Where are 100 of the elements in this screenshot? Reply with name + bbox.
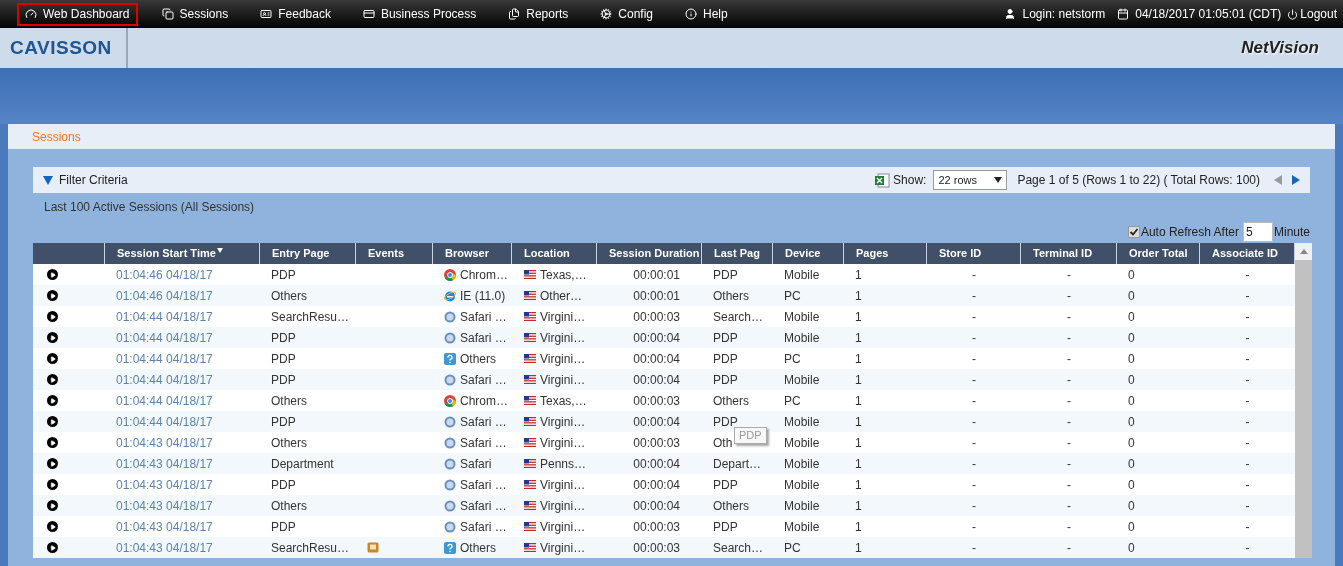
table-cell-text: - xyxy=(1244,371,1251,389)
play-icon[interactable] xyxy=(47,395,58,406)
table-cell-text: PDP xyxy=(713,476,738,494)
ie-icon xyxy=(444,289,456,302)
table-cell-text: - xyxy=(971,539,977,557)
table-cell-text: PDP xyxy=(270,518,297,536)
table-cell-text: - xyxy=(971,392,977,410)
table-cell: Safari … xyxy=(433,369,512,390)
table-cell-text: - xyxy=(1066,329,1072,347)
table-cell-text: Mobile xyxy=(783,413,821,431)
table-cell-text: - xyxy=(1244,350,1251,368)
table-cell-text: 01:04:44 04/18/17 xyxy=(115,350,214,368)
scroll-up-icon[interactable] xyxy=(1299,249,1308,254)
table-cell-text: - xyxy=(1244,413,1251,431)
table-row[interactable]: 01:04:43 04/18/17 Others Safari … Virgini… 00:00:04 Others Mobile 1 - - 0 - xyxy=(33,495,1295,516)
globe-icon xyxy=(444,331,456,344)
nav-item[interactable]: Web Dashboard xyxy=(17,2,138,26)
auto-refresh-label: Auto Refresh After xyxy=(1140,224,1239,241)
filter-toggle[interactable]: Filter Criteria xyxy=(43,171,128,189)
play-icon[interactable] xyxy=(47,416,58,427)
play-icon[interactable] xyxy=(47,542,58,553)
date-time: 04/18/2017 01:05:01 (CDT) xyxy=(1135,6,1282,23)
table-cell-text: - xyxy=(1244,476,1251,494)
table-cell: Texas,… xyxy=(512,264,597,285)
table-cell-text: 00:00:04 xyxy=(632,371,681,389)
table-cell-text: PC xyxy=(783,539,802,557)
logout-button[interactable]: Logout xyxy=(1287,5,1337,23)
scrollbar[interactable] xyxy=(1295,243,1312,558)
play-icon[interactable] xyxy=(47,479,58,490)
nav-item[interactable]: Business Process xyxy=(354,2,485,26)
play-icon[interactable] xyxy=(47,290,58,301)
table-cell-text: 0 xyxy=(1127,518,1136,536)
table-row[interactable]: 01:04:46 04/18/17 Others IE (11.0) Other… 00:00:01 Others PC 1 - - 0 - xyxy=(33,285,1295,306)
table-cell-text: - xyxy=(971,455,977,473)
table-cell-text: PDP xyxy=(270,329,297,347)
pagination-info: Page 1 of 5 (Rows 1 to 22) ( Total Rows: 100) xyxy=(1017,172,1260,189)
flag-icon xyxy=(524,396,536,405)
table-cell-text: - xyxy=(1244,539,1251,557)
flag-icon xyxy=(524,333,536,342)
flag-icon xyxy=(524,480,536,489)
table-cell-text: PDP xyxy=(270,266,297,284)
table-cell-text: 01:04:43 04/18/17 xyxy=(115,455,214,473)
table-cell-text: 01:04:43 04/18/17 xyxy=(115,518,214,536)
table-cell-text: - xyxy=(971,266,977,284)
table-cell-text: 01:04:44 04/18/17 xyxy=(115,392,214,410)
table-cell-text: 01:04:46 04/18/17 xyxy=(115,287,214,305)
table-cell-text: 1 xyxy=(854,371,863,389)
table-cell-text: - xyxy=(971,413,977,431)
play-icon[interactable] xyxy=(47,521,58,532)
table-cell-text: 01:04:44 04/18/17 xyxy=(115,371,214,389)
play-icon[interactable] xyxy=(47,458,58,469)
play-icon[interactable] xyxy=(47,437,58,448)
table-cell: Texas,… xyxy=(512,390,597,411)
play-icon[interactable] xyxy=(47,374,58,385)
table-cell-text: SearchResu… xyxy=(270,308,351,326)
table-cell-text: - xyxy=(971,350,977,368)
table-cell: Other… xyxy=(512,285,597,306)
play-icon[interactable] xyxy=(47,500,58,511)
refresh-interval-field[interactable]: 5 xyxy=(1242,222,1273,242)
play-icon[interactable] xyxy=(47,311,58,322)
flag-icon xyxy=(524,501,536,510)
spreadsheet-icon[interactable] xyxy=(874,172,891,188)
table-row[interactable]: 01:04:43 04/18/17 SearchResu… Others Virgini… 00:00:03 Search… PC 1 - - 0 - xyxy=(33,537,1295,558)
rows-select[interactable]: 22 rows xyxy=(933,170,1008,190)
table-cell-text: 0 xyxy=(1127,329,1136,347)
table-cell: Penns… xyxy=(512,453,597,474)
table-cell: Virgini… xyxy=(512,495,597,516)
table-row[interactable]: 01:04:44 04/18/17 PDP Safari … Virgini… 00:00:04 PDP Mobile 1 - - 0 - xyxy=(33,369,1295,390)
table-cell-text: - xyxy=(1066,350,1072,368)
table-cell-text: 0 xyxy=(1127,392,1136,410)
id-card-icon xyxy=(260,8,273,20)
table-row[interactable]: 01:04:43 04/18/17 Department Safari Penns… 00:00:04 Depart… Mobile 1 - - 0 - xyxy=(33,453,1295,474)
play-icon[interactable] xyxy=(47,269,58,280)
table-cell: Safari xyxy=(433,453,512,474)
flag-icon xyxy=(524,459,536,468)
nav-item[interactable]: Reports xyxy=(500,2,577,26)
table-cell-text: 00:00:01 xyxy=(632,287,681,305)
table-cell-text: 0 xyxy=(1127,413,1136,431)
nav-item[interactable]: Sessions xyxy=(153,2,237,26)
chrome-icon xyxy=(444,268,456,281)
play-icon[interactable] xyxy=(47,332,58,343)
dashboard-icon xyxy=(25,8,37,20)
nav-item[interactable]: Help xyxy=(677,2,736,26)
table-cell-text: - xyxy=(971,476,977,494)
event-icon[interactable] xyxy=(367,542,379,553)
table-row[interactable]: 01:04:44 04/18/17 PDP Safari … Virgini… 00:00:04 PDP Mobile 1 - - 0 - xyxy=(33,327,1295,348)
next-page-button[interactable] xyxy=(1292,175,1300,185)
nav-item[interactable]: Config xyxy=(592,2,661,26)
table-cell-text: 0 xyxy=(1127,476,1136,494)
globe-icon xyxy=(444,310,456,323)
table-cell-text: PDP xyxy=(713,350,738,368)
nav-item[interactable]: Feedback xyxy=(252,2,339,26)
table-cell-text: 0 xyxy=(1127,371,1136,389)
play-icon[interactable] xyxy=(47,353,58,364)
table-cell-text: - xyxy=(1066,476,1072,494)
table-cell-text: Mobile xyxy=(783,455,821,473)
table-cell-text: SearchResu… xyxy=(270,539,351,557)
show-label: Show: xyxy=(893,172,927,189)
table-cell-text: - xyxy=(971,287,977,305)
auto-refresh-checkbox[interactable] xyxy=(1127,226,1140,238)
